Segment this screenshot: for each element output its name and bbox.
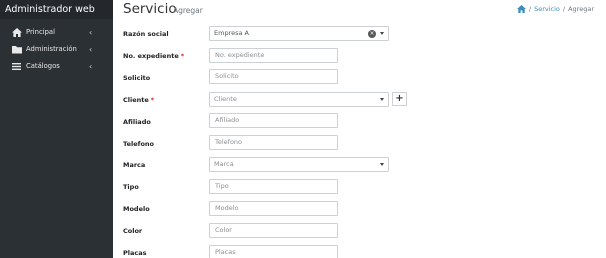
solicito-label: Solicito <box>123 74 151 82</box>
home-icon[interactable] <box>516 5 526 13</box>
breadcrumb-separator: / <box>562 5 566 13</box>
tipo-label: Tipo <box>123 183 139 191</box>
chevron-left-icon: ‹ <box>89 45 93 54</box>
sidebar-item-principal[interactable]: Principal ‹ <box>0 24 113 41</box>
home-icon <box>12 28 22 37</box>
marca-placeholder: Marca <box>214 160 234 168</box>
folder-icon <box>12 46 22 54</box>
breadcrumb-agregar: Agregar <box>568 5 594 13</box>
sidebar-item-label: Catálogos <box>26 62 60 70</box>
modelo-input[interactable]: Modelo <box>209 201 338 216</box>
razon-social-select[interactable]: Empresa A × <box>209 26 389 41</box>
expediente-input[interactable]: No. expediente <box>209 48 338 63</box>
telefono-label: Telefono <box>123 140 155 148</box>
sidebar-item-label: Administración <box>26 45 77 53</box>
color-label: Color <box>123 227 143 235</box>
chevron-down-icon <box>380 32 384 35</box>
required-marker: * <box>150 96 155 104</box>
cliente-placeholder: Cliente <box>214 95 237 103</box>
app-brand[interactable]: Administrador web <box>0 0 113 19</box>
list-icon <box>12 63 21 70</box>
sidebar-item-catalogos[interactable]: Catálogos ‹ <box>0 58 113 75</box>
breadcrumb-separator: / <box>528 5 532 13</box>
breadcrumb: / Servicio / Agregar <box>516 5 594 13</box>
cliente-select[interactable]: Cliente <box>209 92 389 107</box>
placas-label: Placas <box>123 249 147 257</box>
page-subtitle: Agregar <box>173 6 203 15</box>
sidebar-item-label: Principal <box>26 28 55 36</box>
modelo-label: Modelo <box>123 205 150 213</box>
sidebar: Administrador web Principal ‹ Administra… <box>0 0 113 258</box>
placas-input[interactable]: Placas <box>209 245 338 258</box>
sidebar-item-administracion[interactable]: Administración ‹ <box>0 41 113 58</box>
add-cliente-button[interactable]: + <box>392 92 407 106</box>
telefono-input[interactable]: Telefono <box>209 135 338 150</box>
razon-social-value: Empresa A <box>214 29 249 37</box>
chevron-left-icon: ‹ <box>89 28 93 37</box>
afiliado-label: Afiliado <box>123 118 151 126</box>
chevron-down-icon <box>380 98 384 101</box>
required-marker: * <box>180 52 185 60</box>
cliente-label: Cliente * <box>123 96 155 104</box>
chevron-left-icon: ‹ <box>89 62 93 71</box>
marca-label: Marca <box>123 161 146 169</box>
solicito-input[interactable]: Solicito <box>209 69 338 84</box>
expediente-label: No. expediente * <box>123 52 185 60</box>
color-input[interactable]: Color <box>209 223 338 238</box>
page-title: Servicio <box>123 1 177 17</box>
razon-social-label: Razón social <box>123 30 169 38</box>
breadcrumb-servicio[interactable]: Servicio <box>534 5 560 13</box>
marca-select[interactable]: Marca <box>209 157 389 172</box>
afiliado-input[interactable]: Afiliado <box>209 113 338 128</box>
clear-selection-icon[interactable]: × <box>368 30 376 38</box>
chevron-down-icon <box>380 163 384 166</box>
tipo-input[interactable]: Tipo <box>209 179 338 194</box>
